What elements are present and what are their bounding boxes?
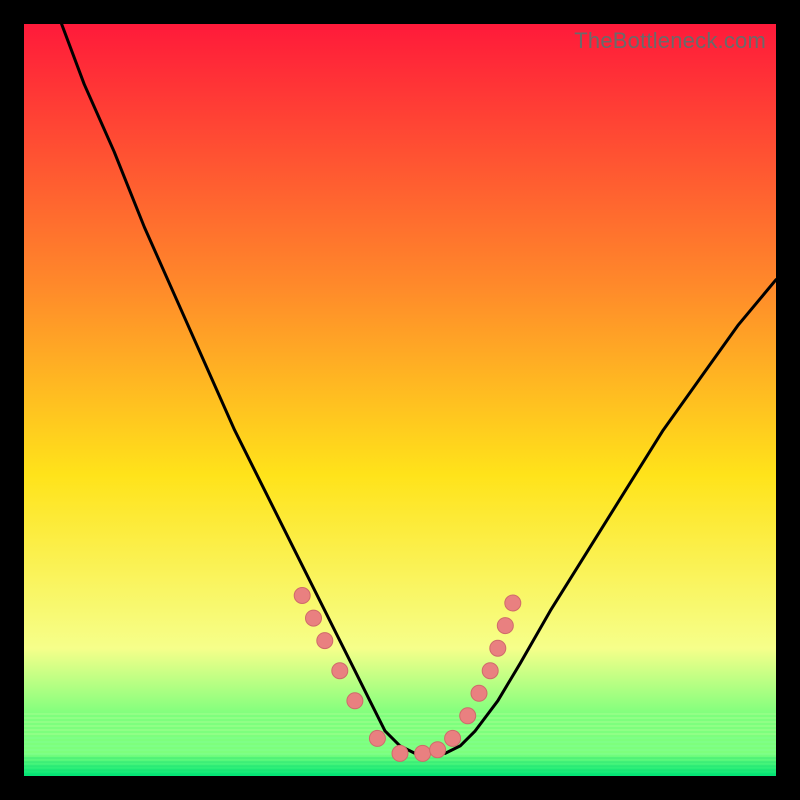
highlight-dot [430, 742, 446, 758]
highlight-dot [471, 685, 487, 701]
highlight-dot [347, 693, 363, 709]
highlight-dot [445, 730, 461, 746]
highlight-dot [497, 618, 513, 634]
bottleneck-chart [24, 24, 776, 776]
highlight-dot [482, 663, 498, 679]
highlight-dot [415, 745, 431, 761]
highlight-dot [392, 745, 408, 761]
highlight-dot [294, 588, 310, 604]
chart-frame: TheBottleneck.com [24, 24, 776, 776]
heat-gradient-bg [24, 24, 776, 776]
highlight-dot [332, 663, 348, 679]
highlight-dot [505, 595, 521, 611]
highlight-dot [490, 640, 506, 656]
highlight-dot [317, 633, 333, 649]
watermark-text: TheBottleneck.com [574, 28, 766, 54]
highlight-dot [306, 610, 322, 626]
highlight-dot [369, 730, 385, 746]
highlight-dot [460, 708, 476, 724]
